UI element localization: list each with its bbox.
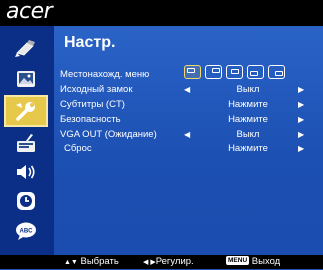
- svg-text:ABC: ABC: [20, 229, 34, 235]
- help-bar: ▲▼ Выбрать ◀ ▶Регулир. MENU Выход: [0, 255, 323, 269]
- row-label: VGA OUT (Ожидание): [60, 129, 157, 140]
- row-value: Выкл: [236, 84, 260, 95]
- menu-key-icon: MENU: [226, 255, 250, 265]
- left-arrow-icon[interactable]: ◀: [184, 128, 190, 142]
- right-arrow-icon[interactable]: ▶: [298, 113, 304, 127]
- image-icon[interactable]: [13, 66, 39, 92]
- left-right-arrows-icon: ◀ ▶: [143, 259, 156, 266]
- reset-row[interactable]: Сброс Нажмите ▶: [64, 142, 322, 156]
- row-label: Местонахожд. меню: [60, 69, 150, 80]
- up-down-arrows-icon: ▲▼: [64, 259, 78, 266]
- menu-location-options[interactable]: [184, 65, 285, 79]
- row-label: Исходный замок: [60, 84, 133, 95]
- menu-location-row[interactable]: Местонахожд. меню: [60, 65, 318, 82]
- acer-logo: acer: [6, 0, 53, 24]
- color-paint-icon[interactable]: [13, 36, 39, 62]
- right-arrow-icon[interactable]: ▶: [298, 83, 304, 97]
- row-value: Выкл: [236, 129, 260, 140]
- subtitles-row[interactable]: Субтитры (CT) Нажмите ▶: [60, 98, 318, 112]
- wrench-icon[interactable]: [4, 95, 48, 127]
- timer-icon[interactable]: [13, 130, 39, 156]
- menu-panel: Настр. Местонахожд. меню Исходный замок …: [54, 26, 323, 255]
- select-label: Выбрать: [80, 256, 119, 267]
- exit-label: Выход: [251, 256, 281, 267]
- location-bottom-left-icon[interactable]: [247, 65, 264, 79]
- row-value: Нажмите: [228, 143, 268, 154]
- clock-icon[interactable]: [13, 188, 39, 214]
- security-row[interactable]: Безопасность Нажмите ▶: [60, 113, 318, 127]
- row-label: Сброс: [64, 143, 92, 154]
- location-bottom-right-icon[interactable]: [268, 65, 285, 79]
- language-icon[interactable]: ABC: [13, 218, 39, 244]
- row-value: Нажмите: [228, 114, 268, 125]
- audio-icon[interactable]: [13, 159, 39, 185]
- top-bar: acer: [0, 0, 323, 26]
- adjust-label: Регулир.: [155, 256, 194, 267]
- right-arrow-icon[interactable]: ▶: [298, 98, 304, 112]
- row-label: Безопасность: [60, 114, 121, 125]
- menu-title: Настр.: [64, 34, 116, 51]
- sidebar: ABC: [0, 26, 54, 255]
- location-top-left-icon[interactable]: [184, 65, 201, 79]
- right-arrow-icon[interactable]: ▶: [298, 128, 304, 142]
- vga-out-row[interactable]: VGA OUT (Ожидание) ◀ Выкл ▶: [60, 128, 318, 142]
- adjust-hint: ◀ ▶Регулир.: [143, 255, 194, 270]
- select-hint: ▲▼ Выбрать: [64, 255, 119, 270]
- row-label: Субтитры (CT): [60, 99, 125, 110]
- row-value: Нажмите: [228, 99, 268, 110]
- left-arrow-icon[interactable]: ◀: [184, 83, 190, 97]
- location-top-right-icon[interactable]: [205, 65, 222, 79]
- location-center-icon[interactable]: [226, 65, 243, 79]
- right-arrow-icon[interactable]: ▶: [298, 142, 304, 156]
- exit-hint: MENU Выход: [226, 255, 280, 269]
- source-lock-row[interactable]: Исходный замок ◀ Выкл ▶: [60, 83, 318, 97]
